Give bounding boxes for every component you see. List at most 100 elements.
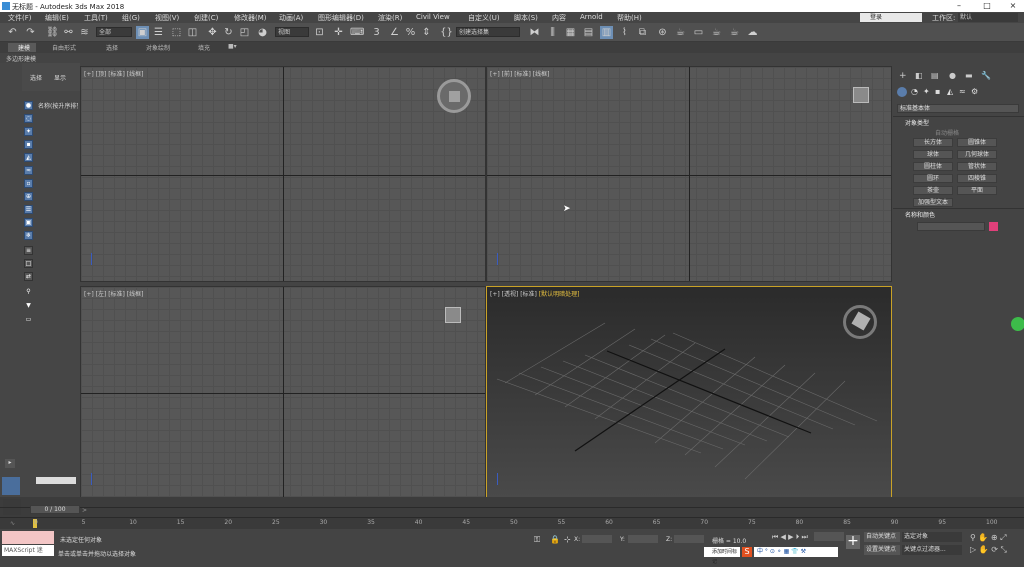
select-manipulate-icon[interactable]: ✛ [332,26,345,39]
viewport-front[interactable]: [+] [前] [标准] [线框] ➤ [486,66,892,282]
name-sort-header[interactable]: 名称(按升序排列) [38,101,78,110]
ime-toolbar[interactable]: 中 ° ⊙ ⚬ ▦ 👕 ⚒ [754,547,838,557]
menu-arnold[interactable]: Arnold [580,13,603,21]
geometry-icon[interactable] [897,87,907,97]
viewport-nav-controls-2[interactable]: ▷ ✋ ⟳ ⤡ [970,545,1007,555]
next-frame-icon[interactable]: > [82,507,87,514]
auto-key-button[interactable]: 自动关键点 [864,532,900,542]
status-float-icon[interactable] [1011,317,1024,331]
geosphere-button[interactable]: 几何球体 [957,150,997,159]
link-icon[interactable]: ⛓ [46,26,59,39]
viewcube-icon[interactable] [437,79,471,113]
keyboard-shortcut-override-icon[interactable]: ⌨ [350,26,364,39]
layers-toggle-icon[interactable] [2,477,20,495]
reference-coord-dropdown[interactable]: 视图 [275,27,309,37]
unlink-icon[interactable]: ⚯ [62,26,75,39]
polygon-modeling-label[interactable]: 多边形建模 [6,54,36,63]
name-color-title[interactable]: 名称和颜色 [905,210,935,219]
schematic-view-icon[interactable]: ⧉ [636,26,649,39]
absolute-mode-icon[interactable]: ⊹ [564,535,571,544]
viewport-left-label[interactable]: [+] [左] [标准] [线框] [84,289,143,298]
modify-tab-icon[interactable]: ◧ [915,71,923,80]
tab-selection[interactable]: 选择 [106,43,118,52]
maximize-icon[interactable]: □ [980,1,994,11]
menu-scripting[interactable]: 脚本(S) [514,13,538,23]
folder-icon[interactable]: ▭ [24,316,33,325]
motion-tab-icon[interactable]: ● [949,71,956,80]
menu-graph-editors[interactable]: 图形编辑器(D) [318,13,364,23]
object-name-input[interactable] [917,222,985,231]
filter-bones-icon[interactable]: ☰ [24,205,33,214]
viewport-perspective[interactable]: [+] [透视] [标准] [默认明暗处理] [486,286,892,500]
scale-icon[interactable]: ◰ [238,26,251,39]
display-none-icon[interactable]: □ [24,259,33,268]
edit-named-selection-icon[interactable]: {} [440,26,453,39]
box-button[interactable]: 长方体 [913,138,953,147]
cone-button[interactable]: 圆锥体 [957,138,997,147]
menu-content[interactable]: 内容 [552,13,566,23]
mirror-icon[interactable]: ⧓ [528,26,541,39]
hierarchy-tab-icon[interactable]: ▤ [931,71,939,80]
filter-lights-icon[interactable]: ✦ [24,127,33,136]
menu-customize[interactable]: 自定义(U) [468,13,500,23]
tab-modeling[interactable]: 建模 [8,43,36,52]
tab-object-paint[interactable]: 对象绘制 [146,43,170,52]
invert-display-icon[interactable]: ⇄ [24,272,33,281]
track-bar[interactable]: ∿ 0 5 10 15 20 25 30 35 40 45 50 55 60 65 70 75 80 85 90 95… [0,517,1024,529]
toggle-ribbon-icon[interactable]: ▤ [582,26,595,39]
time-slider[interactable]: 0 / 100 [30,505,80,514]
torus-button[interactable]: 圆环 [913,174,953,183]
maxscript-mini-listener[interactable]: MAXScript 迷 [2,545,54,556]
align-icon[interactable]: ⫼ [546,26,559,39]
menu-rendering[interactable]: 渲染(R) [378,13,402,23]
workspace-dropdown[interactable]: 默认 [958,13,1018,22]
undo-icon[interactable]: ↶ [6,26,19,39]
menu-view[interactable]: 视图(V) [155,13,179,23]
viewcube-icon[interactable] [445,307,461,323]
login-dropdown[interactable]: 登录 [860,13,922,22]
filter-groups-icon[interactable]: ▫ [24,179,33,188]
tab-select[interactable]: 选择 [30,73,42,82]
curve-editor-icon[interactable]: ⌇ [618,26,631,39]
display-all-icon[interactable]: ≡ [24,246,33,255]
teapot-button[interactable]: 茶壶 [913,186,953,195]
menu-group[interactable]: 组(G) [122,13,140,23]
menu-civil-view[interactable]: Civil View [416,13,450,21]
textplus-button[interactable]: 加强型文本 [913,198,953,207]
spinner-snap-icon[interactable]: ⇕ [420,26,433,39]
pivot-center-icon[interactable]: ⊡ [313,26,326,39]
minimize-icon[interactable]: – [952,1,966,11]
tab-populate[interactable]: 填充 [198,43,210,52]
snaps-toggle-icon[interactable]: 3 [370,26,383,39]
window-crossing-icon[interactable]: ◫ [186,26,199,39]
helpers-icon[interactable]: ◭ [947,87,953,96]
pyramid-button[interactable]: 四棱锥 [957,174,997,183]
cameras-icon[interactable]: ▪ [935,87,940,96]
menu-help[interactable]: 帮助(H) [617,13,642,23]
move-icon[interactable]: ✥ [206,26,219,39]
material-editor-icon[interactable]: ⊛ [656,26,669,39]
current-frame-field[interactable] [814,532,844,541]
filter-containers-icon[interactable]: ▣ [24,218,33,227]
set-key-button[interactable]: 设置关键点 [864,545,900,555]
tab-freeform[interactable]: 自由形式 [52,43,76,52]
rect-selection-icon[interactable]: ⬚ [170,26,183,39]
menu-animation[interactable]: 动画(A) [279,13,303,23]
add-time-tag-button[interactable]: 添加时间标记 [704,547,740,565]
viewcube-icon[interactable] [843,305,877,339]
menu-modifiers[interactable]: 修改器(M) [234,13,267,23]
create-tab-icon[interactable]: + [899,71,907,81]
set-key-plus-icon[interactable]: + [846,534,860,549]
viewport-front-label[interactable]: [+] [前] [标准] [线框] [490,69,549,78]
select-by-name-icon[interactable]: ☰ [152,26,165,39]
viewcube-icon[interactable] [853,87,869,103]
filter-geometry-icon[interactable]: ● [24,101,33,110]
find-icon[interactable]: ⚲ [24,288,33,297]
lights-icon[interactable]: ✦ [923,87,930,96]
filter-shapes-icon[interactable]: ◌ [24,114,33,123]
sphere-button[interactable]: 球体 [913,150,953,159]
rotate-icon[interactable]: ↻ [222,26,235,39]
rendered-frame-icon[interactable]: ▭ [692,26,705,39]
selection-lock-icon[interactable]: 🔒 [550,535,560,544]
shapes-icon[interactable]: ◔ [911,87,918,96]
